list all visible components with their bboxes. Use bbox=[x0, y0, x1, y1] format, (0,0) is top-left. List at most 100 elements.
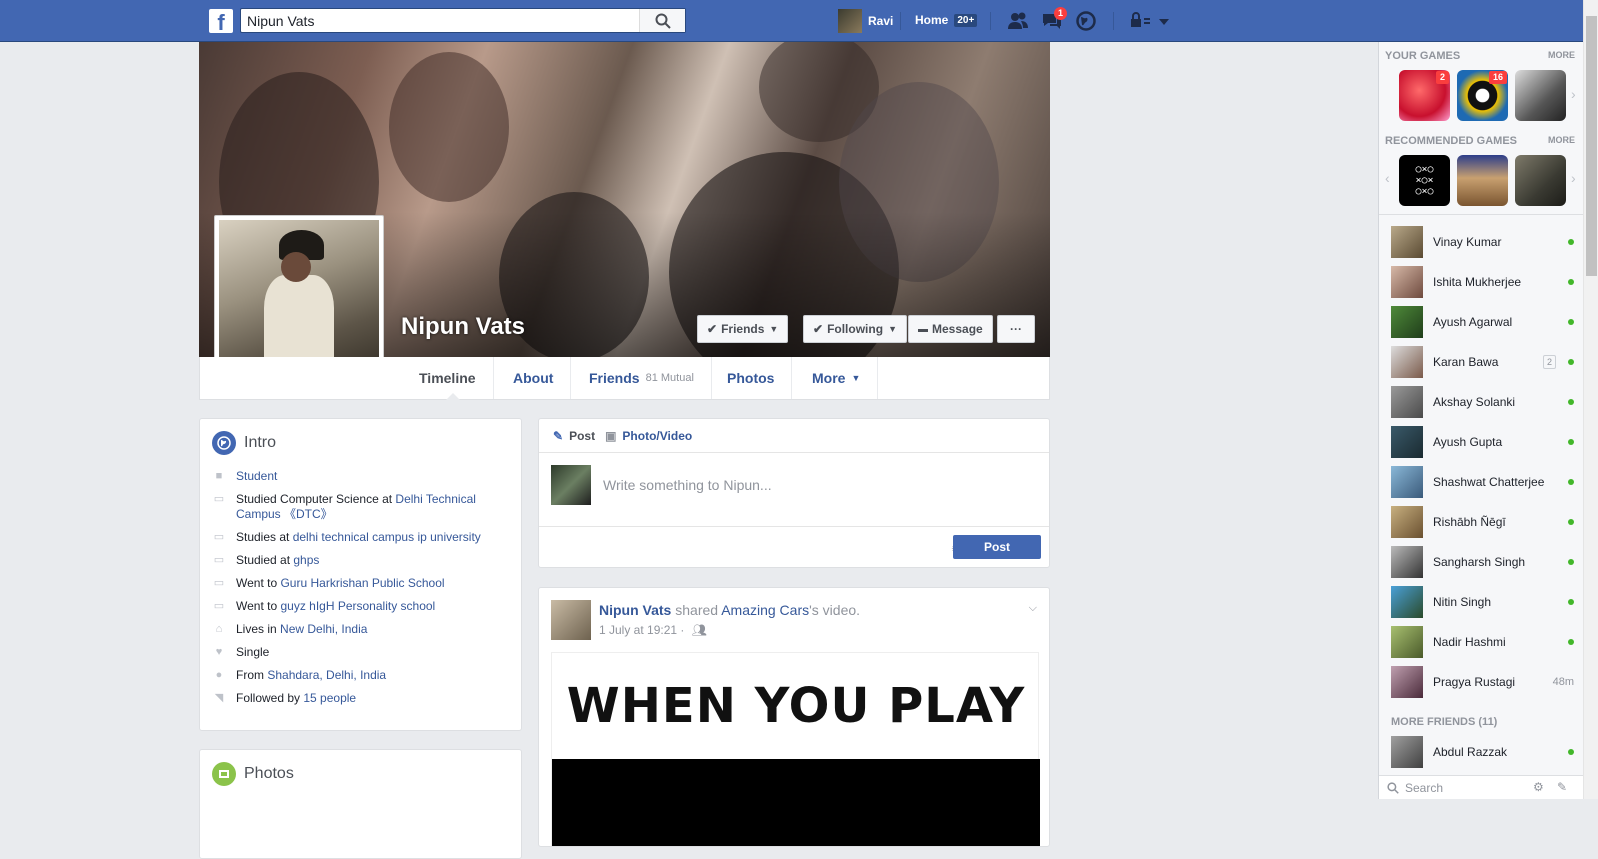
contact-item[interactable]: Nitin Singh bbox=[1391, 586, 1574, 618]
contact-item[interactable]: Abdul Razzak bbox=[1391, 736, 1574, 768]
camera-icon: ▣ bbox=[605, 428, 617, 443]
contact-item[interactable]: Vinay Kumar bbox=[1391, 226, 1574, 258]
intro-text: Went to bbox=[236, 576, 281, 590]
contact-item[interactable]: Ayush Gupta bbox=[1391, 426, 1574, 458]
contact-item[interactable]: Pragya Rustagi 48m bbox=[1391, 666, 1574, 698]
nav-home-link[interactable]: Home 20+ bbox=[915, 13, 978, 27]
tab-friends[interactable]: Friends 81 Mutual bbox=[572, 357, 712, 399]
globe-icon bbox=[212, 431, 236, 455]
privacy-shortcuts-icon[interactable] bbox=[1130, 11, 1170, 31]
intro-link[interactable]: Student bbox=[236, 469, 277, 483]
avatar bbox=[1391, 546, 1423, 578]
contact-name: Shashwat Chatterjee bbox=[1433, 475, 1545, 489]
contact-item[interactable]: Akshay Solanki bbox=[1391, 386, 1574, 418]
game-8-ball-pool[interactable]: 16 bbox=[1457, 70, 1508, 121]
post-author-link[interactable]: Nipun Vats bbox=[599, 602, 671, 618]
game-tic-tac-toe[interactable]: ○×○ ×○× ○×○ bbox=[1399, 155, 1450, 206]
post-timestamp[interactable]: 1 July at 19:21 · bbox=[599, 623, 684, 637]
composer-tab-post[interactable]: ✎ Post bbox=[553, 429, 595, 443]
page-scrollbar[interactable] bbox=[1583, 0, 1598, 799]
search-input[interactable] bbox=[247, 13, 627, 29]
post-button[interactable]: Post bbox=[953, 535, 1041, 559]
search-box bbox=[240, 8, 686, 33]
tab-timeline[interactable]: Timeline bbox=[402, 357, 494, 400]
intro-text: Studied Computer Science at bbox=[236, 492, 396, 506]
photos-card-title[interactable]: Photos bbox=[244, 765, 294, 783]
messages-icon[interactable]: 1 bbox=[1041, 7, 1067, 31]
contact-item[interactable]: Ayush Agarwal bbox=[1391, 306, 1574, 338]
rss-icon: ◥ bbox=[214, 692, 224, 704]
nav-profile-link[interactable]: Ravi bbox=[838, 9, 893, 33]
intro-link[interactable]: Guru Harkrishan Public School bbox=[280, 576, 444, 590]
avatar bbox=[1391, 386, 1423, 418]
game-howzat-cricket[interactable] bbox=[1515, 70, 1566, 121]
friend-requests-icon[interactable] bbox=[1007, 11, 1029, 31]
chat-search[interactable]: Search ⚙ ✎ bbox=[1379, 775, 1584, 799]
profile-picture-image bbox=[219, 220, 379, 380]
contact-item[interactable]: Nadir Hashmi bbox=[1391, 626, 1574, 658]
online-indicator bbox=[1568, 319, 1574, 325]
chevron-down-icon[interactable]: ⌵ bbox=[1029, 602, 1037, 615]
tab-more[interactable]: More ▼ bbox=[795, 357, 879, 399]
intro-link[interactable]: ghps bbox=[293, 553, 319, 567]
contact-item[interactable]: Shashwat Chatterjee bbox=[1391, 466, 1574, 498]
intro-item-from: ● From Shahdara, Delhi, India bbox=[212, 668, 509, 683]
intro-item-education: ▭ Went to Guru Harkrishan Public School bbox=[212, 576, 509, 591]
pin-icon: ● bbox=[215, 669, 223, 681]
following-button[interactable]: ✔ Following ▼ bbox=[803, 315, 907, 343]
education-icon: ▭ bbox=[213, 577, 225, 589]
game-candy-crush[interactable]: 2 bbox=[1399, 70, 1450, 121]
contact-name: Akshay Solanki bbox=[1433, 395, 1516, 409]
avatar[interactable] bbox=[551, 600, 591, 640]
friends-button[interactable]: ✔ Friends ▼ bbox=[697, 315, 789, 343]
notifications-globe-icon[interactable] bbox=[1075, 11, 1097, 31]
chevron-right-icon[interactable]: › bbox=[1571, 170, 1576, 186]
chevron-right-icon[interactable]: › bbox=[1571, 86, 1576, 102]
game-bowling[interactable] bbox=[1457, 155, 1508, 206]
contact-item[interactable]: Sangharsh Singh bbox=[1391, 546, 1574, 578]
intro-link[interactable]: New Delhi, India bbox=[280, 622, 367, 636]
contact-name: Pragya Rustagi bbox=[1433, 675, 1516, 689]
facebook-logo[interactable]: f bbox=[209, 9, 233, 33]
avatar bbox=[1391, 226, 1423, 258]
game-sniper[interactable] bbox=[1515, 155, 1566, 206]
online-indicator bbox=[1568, 749, 1574, 755]
intro-link[interactable]: Shahdara, Delhi, India bbox=[267, 668, 386, 682]
profile-name[interactable]: Nipun Vats bbox=[401, 313, 525, 341]
profile-tabs: Timeline About Friends 81 Mutual Photos … bbox=[199, 357, 1050, 400]
tab-photos[interactable]: Photos bbox=[710, 357, 793, 399]
composer-tab-photo-video[interactable]: ▣ Photo/Video bbox=[605, 429, 692, 443]
avatar bbox=[1391, 306, 1423, 338]
nav-divider bbox=[990, 12, 991, 30]
chevron-left-icon[interactable]: ‹ bbox=[1385, 170, 1390, 186]
video-caption: WHEN YOU PLAY bbox=[566, 678, 1026, 734]
gear-icon[interactable]: ⚙ bbox=[1533, 780, 1544, 794]
mutual-friends-count: 81 Mutual bbox=[645, 372, 694, 384]
tab-about[interactable]: About bbox=[496, 357, 572, 399]
scrollbar-thumb[interactable] bbox=[1586, 16, 1597, 276]
composer-tab-post-label: Post bbox=[569, 428, 596, 443]
intro-link[interactable]: delhi technical campus ip university bbox=[293, 530, 481, 544]
education-icon: ▭ bbox=[213, 493, 225, 505]
recommended-games-more-link[interactable]: MORE bbox=[1548, 135, 1575, 147]
contact-name: Ayush Gupta bbox=[1433, 435, 1503, 449]
intro-item-relationship: ♥ Single bbox=[212, 645, 509, 660]
search-button[interactable] bbox=[639, 9, 685, 32]
friends-audience-icon: 👥︎ bbox=[691, 623, 707, 637]
compose-icon[interactable]: ✎ bbox=[1557, 780, 1567, 794]
intro-link[interactable]: 15 people bbox=[303, 691, 356, 705]
intro-link[interactable]: guyz hIgH Personality school bbox=[280, 599, 435, 613]
avatar bbox=[1391, 506, 1423, 538]
contact-item[interactable]: Karan Bawa 2 bbox=[1391, 346, 1574, 378]
contact-name: Sangharsh Singh bbox=[1433, 555, 1526, 569]
contact-item[interactable]: Ishita Mukherjee bbox=[1391, 266, 1574, 298]
post-video[interactable]: WHEN YOU PLAY bbox=[551, 652, 1040, 846]
your-games-title: YOUR GAMES bbox=[1385, 50, 1461, 62]
message-button[interactable]: ▬ Message bbox=[908, 315, 993, 343]
post-page-link[interactable]: Amazing Cars bbox=[721, 602, 809, 618]
your-games-more-link[interactable]: MORE bbox=[1548, 50, 1575, 62]
more-options-button[interactable]: ··· bbox=[997, 315, 1035, 343]
contact-item[interactable]: Rishābh Ñēgī bbox=[1391, 506, 1574, 538]
avatar bbox=[1391, 586, 1423, 618]
composer-input[interactable]: Write something to Nipun... bbox=[603, 477, 772, 493]
